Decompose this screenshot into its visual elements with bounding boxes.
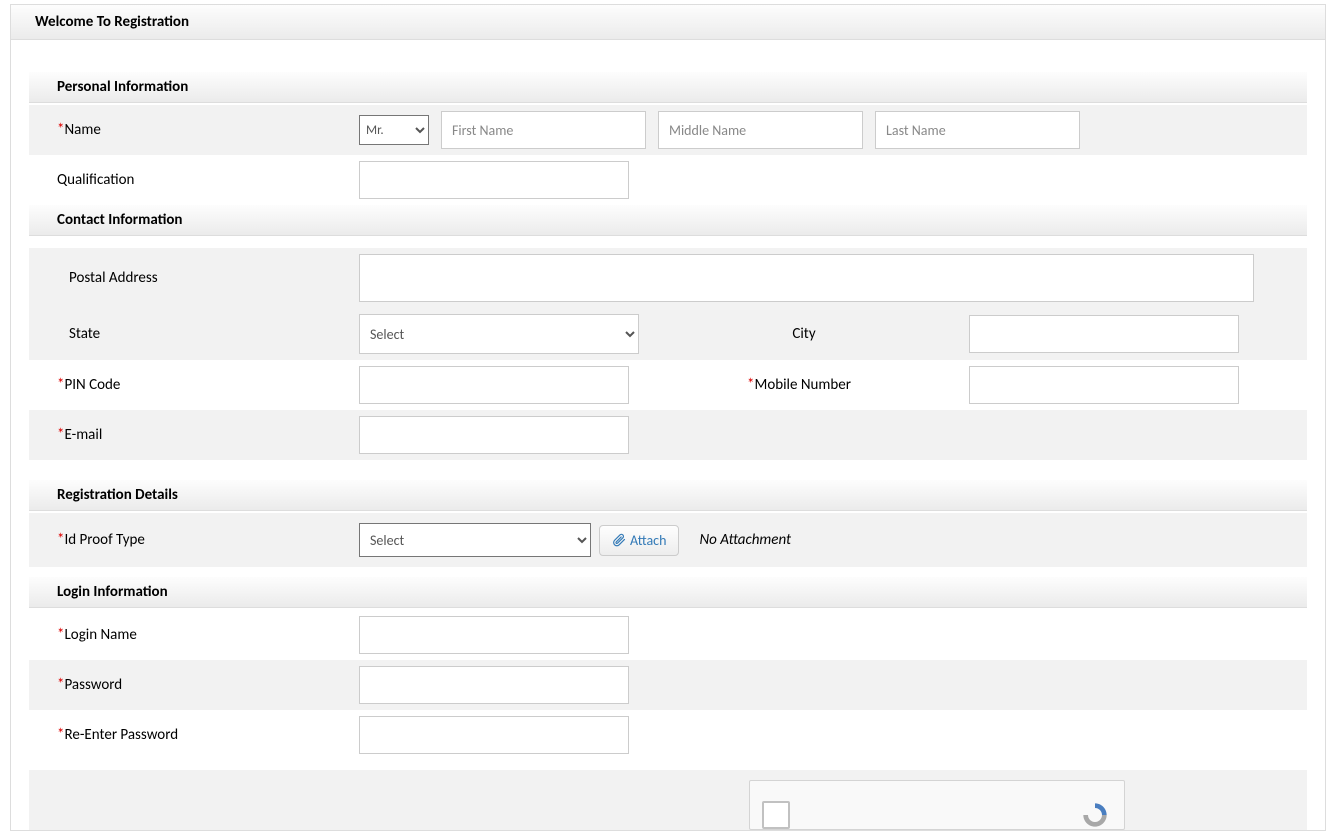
section-header-login: Login Information (29, 577, 1307, 608)
city-input[interactable] (969, 315, 1239, 353)
recaptcha-widget: I'm not a robot (749, 780, 1125, 830)
recaptcha-checkbox[interactable] (762, 801, 790, 829)
row-password: *Password (29, 660, 1307, 710)
mobile-input[interactable] (969, 366, 1239, 404)
label-idproof: *Id Proof Type (29, 531, 359, 549)
label-pin: *PIN Code (29, 376, 359, 394)
label-password: *Password (29, 676, 359, 694)
repassword-input[interactable] (359, 716, 629, 754)
row-login: *Login Name (29, 610, 1307, 660)
label-login: *Login Name (29, 626, 359, 644)
label-mobile: *Mobile Number (629, 376, 969, 394)
paperclip-icon (612, 533, 626, 547)
attach-button[interactable]: Attach (599, 525, 679, 556)
password-input[interactable] (359, 666, 629, 704)
row-repassword: *Re-Enter Password (29, 710, 1307, 760)
label-qualification: Qualification (29, 171, 359, 189)
label-name: *Name (29, 121, 359, 139)
row-name: *Name Mr. (29, 105, 1307, 155)
registration-panel: Welcome To Registration Personal Informa… (10, 4, 1326, 831)
label-city: City (639, 325, 969, 343)
label-postal: Postal Address (29, 269, 359, 287)
row-state-city: State Select City (29, 308, 1307, 360)
section-header-personal: Personal Information (29, 72, 1307, 103)
row-postal: Postal Address (29, 248, 1307, 308)
section-header-contact: Contact Information (29, 205, 1307, 236)
salutation-select[interactable]: Mr. (359, 115, 429, 145)
row-pin-mobile: *PIN Code *Mobile Number (29, 360, 1307, 410)
form-content: Personal Information *Name Mr. Qualifica… (11, 40, 1325, 830)
recaptcha-logo-icon (1078, 801, 1112, 829)
pin-input[interactable] (359, 366, 629, 404)
last-name-input[interactable] (875, 111, 1080, 149)
row-qualification: Qualification (29, 155, 1307, 205)
section-header-registration: Registration Details (29, 480, 1307, 511)
label-repassword: *Re-Enter Password (29, 726, 359, 744)
login-name-input[interactable] (359, 616, 629, 654)
middle-name-input[interactable] (658, 111, 863, 149)
no-attachment-text: No Attachment (699, 531, 791, 549)
page-title: Welcome To Registration (11, 5, 1325, 40)
attach-label: Attach (630, 532, 666, 549)
idproof-select[interactable]: Select (359, 523, 591, 557)
email-input[interactable] (359, 416, 629, 454)
label-state: State (29, 325, 359, 343)
row-recaptcha: I'm not a robot (29, 770, 1307, 830)
label-email: *E-mail (29, 426, 359, 444)
postal-address-input[interactable] (359, 254, 1254, 302)
row-email: *E-mail (29, 410, 1307, 460)
qualification-input[interactable] (359, 161, 629, 199)
first-name-input[interactable] (441, 111, 646, 149)
row-idproof: *Id Proof Type Select Attach No Attachme… (29, 513, 1307, 567)
state-select[interactable]: Select (359, 314, 639, 354)
